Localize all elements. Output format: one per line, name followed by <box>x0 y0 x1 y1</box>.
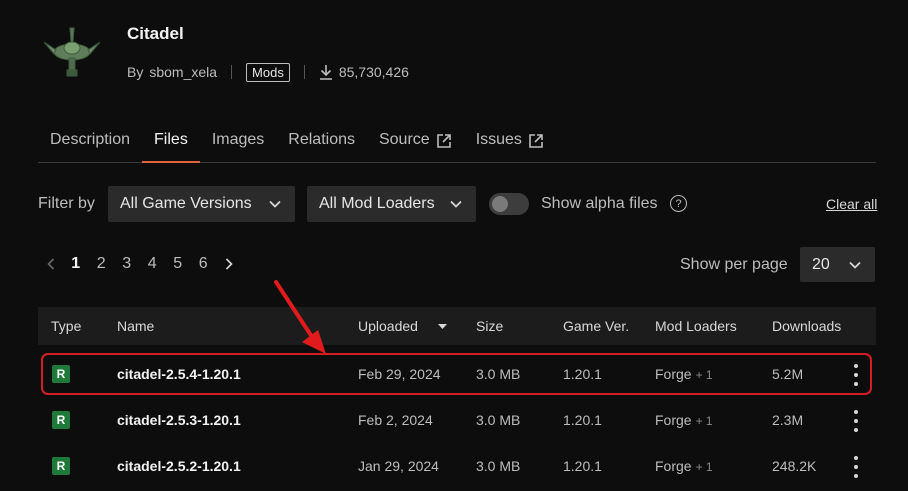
page-6[interactable]: 6 <box>191 255 217 273</box>
red-arrow-icon <box>274 280 326 354</box>
help-icon[interactable]: ? <box>670 195 687 212</box>
game-versions-select[interactable]: All Game Versions <box>108 186 295 222</box>
toggle-knob <box>492 196 508 212</box>
tab-issues[interactable]: Issues <box>464 118 556 162</box>
tab-relations[interactable]: Relations <box>276 118 367 162</box>
tab-label: Relations <box>288 131 355 148</box>
download-count: 85,730,426 <box>319 64 409 80</box>
table-row[interactable]: R citadel-2.5.3-1.20.1 Feb 2, 2024 3.0 M… <box>38 398 876 444</box>
file-loaders: Forge + 1 <box>655 412 713 428</box>
select-value: 20 <box>812 255 830 273</box>
by-label: By <box>127 64 144 80</box>
col-uploaded[interactable]: Uploaded <box>358 318 418 334</box>
release-badge: R <box>52 411 70 429</box>
file-downloads: 2.3M <box>772 412 804 428</box>
loader-name: Forge <box>655 412 692 428</box>
clear-all-link[interactable]: Clear all <box>826 196 877 212</box>
tab-label: Files <box>154 131 188 148</box>
meta-divider <box>303 65 305 79</box>
tab-label: Issues <box>475 131 522 148</box>
file-size: 3.0 MB <box>476 412 521 428</box>
file-name[interactable]: citadel-2.5.2-1.20.1 <box>117 458 241 474</box>
select-value: All Game Versions <box>120 195 252 212</box>
tab-label: Source <box>378 131 430 148</box>
loader-extra: + 1 <box>695 460 713 474</box>
file-uploaded: Feb 2, 2024 <box>358 412 433 428</box>
sort-down-icon[interactable] <box>438 324 447 329</box>
col-game-ver[interactable]: Game Ver. <box>563 318 629 334</box>
tab-label: Images <box>211 131 265 148</box>
meta-divider <box>231 65 233 79</box>
page-2[interactable]: 2 <box>89 255 115 273</box>
tab-description[interactable]: Description <box>38 118 142 162</box>
files-table-header: Type Name Uploaded Size Game Ver. Mod Lo… <box>38 307 876 345</box>
chevron-down-icon <box>269 200 281 208</box>
select-value: All Mod Loaders <box>319 195 435 212</box>
category-badge[interactable]: Mods <box>246 62 290 82</box>
file-uploaded: Jan 29, 2024 <box>358 458 439 474</box>
col-size[interactable]: Size <box>476 318 503 334</box>
col-mod-loaders[interactable]: Mod Loaders <box>655 318 737 334</box>
project-logo <box>36 22 108 86</box>
project-title[interactable]: Citadel <box>127 24 184 44</box>
prev-page-icon[interactable] <box>38 258 63 270</box>
file-size: 3.0 MB <box>476 458 521 474</box>
loader-name: Forge <box>655 458 692 474</box>
tab-files[interactable]: Files <box>142 118 200 163</box>
page-4[interactable]: 4 <box>140 255 166 273</box>
col-downloads[interactable]: Downloads <box>772 318 841 334</box>
download-count-value: 85,730,426 <box>338 64 409 80</box>
download-icon <box>319 65 332 80</box>
release-badge: R <box>52 457 70 475</box>
highlight-box <box>41 353 872 395</box>
file-game-ver: 1.20.1 <box>563 458 602 474</box>
alpha-files-toggle[interactable] <box>489 193 529 215</box>
tab-bar: Description Files Images Relations Sourc… <box>38 118 876 163</box>
table-row[interactable]: R citadel-2.5.2-1.20.1 Jan 29, 2024 3.0 … <box>38 444 876 490</box>
per-page-select[interactable]: 20 <box>800 247 875 282</box>
page-5[interactable]: 5 <box>165 255 191 273</box>
chevron-down-icon <box>849 261 861 269</box>
col-type[interactable]: Type <box>51 318 81 334</box>
external-link-icon <box>436 134 451 148</box>
mod-loaders-select[interactable]: All Mod Loaders <box>307 186 476 222</box>
next-page-icon[interactable] <box>216 258 241 270</box>
col-name[interactable]: Name <box>117 318 154 334</box>
tab-label: Description <box>50 131 131 148</box>
more-options-icon[interactable] <box>851 410 861 432</box>
more-options-icon[interactable] <box>851 456 861 478</box>
per-page-label: Show per page <box>680 256 788 273</box>
external-link-icon <box>529 134 543 148</box>
tab-source[interactable]: Source <box>367 118 464 162</box>
tab-images[interactable]: Images <box>200 118 276 162</box>
project-meta: By sbom_xela Mods 85,730,426 <box>127 62 409 82</box>
file-game-ver: 1.20.1 <box>563 412 602 428</box>
pagination: 1 2 3 4 5 6 <box>38 255 241 273</box>
file-loaders: Forge + 1 <box>655 458 713 474</box>
loader-extra: + 1 <box>695 414 713 428</box>
chevron-down-icon <box>450 200 462 208</box>
page-1[interactable]: 1 <box>63 255 89 273</box>
filter-label: Filter by <box>38 195 95 212</box>
page-3[interactable]: 3 <box>114 255 140 273</box>
file-name[interactable]: citadel-2.5.3-1.20.1 <box>117 412 241 428</box>
alpha-files-label: Show alpha files <box>541 195 658 212</box>
author-link[interactable]: sbom_xela <box>149 64 217 80</box>
file-downloads: 248.2K <box>772 458 817 474</box>
